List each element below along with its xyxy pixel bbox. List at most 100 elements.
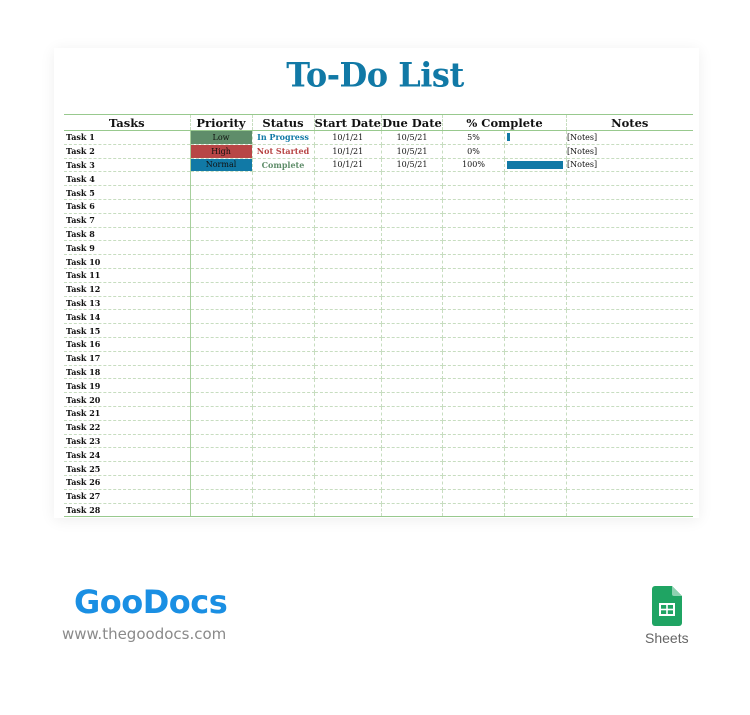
progress-bar-cell[interactable] bbox=[504, 185, 567, 200]
percent-cell[interactable] bbox=[442, 323, 505, 338]
progress-bar-cell[interactable] bbox=[504, 171, 567, 187]
start-date-cell[interactable] bbox=[314, 185, 382, 200]
start-date-cell[interactable] bbox=[314, 351, 382, 366]
percent-cell[interactable] bbox=[442, 171, 505, 187]
progress-bar-cell[interactable] bbox=[504, 434, 567, 449]
notes-cell[interactable] bbox=[566, 378, 693, 394]
priority-cell[interactable]: High bbox=[190, 144, 253, 159]
percent-cell[interactable] bbox=[442, 351, 505, 366]
notes-cell[interactable] bbox=[566, 268, 693, 283]
notes-cell[interactable] bbox=[566, 282, 693, 297]
task-cell[interactable]: Task 8 bbox=[64, 227, 191, 242]
due-date-cell[interactable] bbox=[381, 227, 443, 242]
due-date-cell[interactable] bbox=[381, 296, 443, 311]
priority-cell[interactable] bbox=[190, 213, 253, 228]
status-cell[interactable] bbox=[252, 213, 315, 228]
percent-cell[interactable] bbox=[442, 254, 505, 269]
notes-cell[interactable] bbox=[566, 475, 693, 490]
start-date-cell[interactable] bbox=[314, 199, 382, 214]
task-cell[interactable]: Task 22 bbox=[64, 420, 191, 435]
percent-cell[interactable] bbox=[442, 282, 505, 297]
progress-bar-cell[interactable] bbox=[504, 337, 567, 352]
start-date-cell[interactable] bbox=[314, 365, 382, 380]
percent-cell[interactable] bbox=[442, 420, 505, 435]
priority-cell[interactable] bbox=[190, 351, 253, 366]
priority-cell[interactable] bbox=[190, 296, 253, 311]
start-date-cell[interactable] bbox=[314, 240, 382, 256]
task-cell[interactable]: Task 20 bbox=[64, 392, 191, 407]
progress-bar-cell[interactable] bbox=[504, 323, 567, 338]
notes-cell[interactable] bbox=[566, 213, 693, 228]
priority-cell[interactable] bbox=[190, 185, 253, 200]
status-cell[interactable] bbox=[252, 282, 315, 297]
percent-cell[interactable] bbox=[442, 434, 505, 449]
status-cell[interactable]: Not Started bbox=[252, 144, 315, 159]
due-date-cell[interactable] bbox=[381, 171, 443, 187]
header-start-date[interactable]: Start Date bbox=[314, 114, 382, 131]
status-cell[interactable] bbox=[252, 461, 315, 476]
start-date-cell[interactable] bbox=[314, 227, 382, 242]
percent-cell[interactable] bbox=[442, 378, 505, 394]
notes-cell[interactable] bbox=[566, 351, 693, 366]
notes-cell[interactable] bbox=[566, 365, 693, 380]
priority-cell[interactable] bbox=[190, 447, 253, 463]
priority-cell[interactable] bbox=[190, 323, 253, 338]
start-date-cell[interactable] bbox=[314, 406, 382, 421]
progress-bar-cell[interactable] bbox=[504, 489, 567, 504]
due-date-cell[interactable] bbox=[381, 268, 443, 283]
header-percent-complete[interactable]: % Complete bbox=[442, 114, 567, 131]
task-cell[interactable]: Task 4 bbox=[64, 171, 191, 187]
notes-cell[interactable] bbox=[566, 171, 693, 187]
notes-cell[interactable] bbox=[566, 323, 693, 338]
notes-cell[interactable] bbox=[566, 434, 693, 449]
task-cell[interactable]: Task 12 bbox=[64, 282, 191, 297]
priority-cell[interactable] bbox=[190, 199, 253, 214]
start-date-cell[interactable] bbox=[314, 434, 382, 449]
status-cell[interactable] bbox=[252, 240, 315, 256]
progress-bar-cell[interactable] bbox=[504, 254, 567, 269]
percent-cell[interactable] bbox=[442, 475, 505, 490]
priority-cell[interactable] bbox=[190, 503, 253, 518]
status-cell[interactable] bbox=[252, 420, 315, 435]
percent-cell[interactable] bbox=[442, 406, 505, 421]
progress-bar-cell[interactable] bbox=[504, 406, 567, 421]
percent-cell[interactable]: 100% bbox=[442, 158, 505, 173]
due-date-cell[interactable] bbox=[381, 503, 443, 518]
status-cell[interactable] bbox=[252, 185, 315, 200]
status-cell[interactable] bbox=[252, 392, 315, 407]
task-cell[interactable]: Task 3 bbox=[64, 158, 191, 173]
header-due-date[interactable]: Due Date bbox=[381, 114, 443, 131]
percent-cell[interactable] bbox=[442, 213, 505, 228]
priority-cell[interactable]: Normal bbox=[190, 158, 253, 173]
header-notes[interactable]: Notes bbox=[566, 114, 693, 131]
start-date-cell[interactable] bbox=[314, 309, 382, 325]
task-cell[interactable]: Task 1 bbox=[64, 130, 191, 145]
due-date-cell[interactable] bbox=[381, 378, 443, 394]
task-cell[interactable]: Task 17 bbox=[64, 351, 191, 366]
start-date-cell[interactable] bbox=[314, 282, 382, 297]
notes-cell[interactable] bbox=[566, 254, 693, 269]
start-date-cell[interactable] bbox=[314, 254, 382, 269]
status-cell[interactable] bbox=[252, 199, 315, 214]
priority-cell[interactable] bbox=[190, 406, 253, 421]
notes-cell[interactable] bbox=[566, 420, 693, 435]
percent-cell[interactable] bbox=[442, 461, 505, 476]
due-date-cell[interactable]: 10/5/21 bbox=[381, 130, 443, 145]
status-cell[interactable] bbox=[252, 296, 315, 311]
priority-cell[interactable] bbox=[190, 227, 253, 242]
status-cell[interactable] bbox=[252, 475, 315, 490]
due-date-cell[interactable] bbox=[381, 282, 443, 297]
notes-cell[interactable] bbox=[566, 392, 693, 407]
priority-cell[interactable]: Low bbox=[190, 130, 253, 145]
start-date-cell[interactable]: 10/1/21 bbox=[314, 144, 382, 159]
task-cell[interactable]: Task 26 bbox=[64, 475, 191, 490]
percent-cell[interactable] bbox=[442, 447, 505, 463]
notes-cell[interactable]: [Notes] bbox=[566, 144, 693, 159]
header-priority[interactable]: Priority bbox=[190, 114, 253, 131]
task-cell[interactable]: Task 27 bbox=[64, 489, 191, 504]
notes-cell[interactable] bbox=[566, 227, 693, 242]
task-cell[interactable]: Task 5 bbox=[64, 185, 191, 200]
status-cell[interactable]: Complete bbox=[252, 158, 315, 173]
progress-bar-cell[interactable] bbox=[504, 227, 567, 242]
task-cell[interactable]: Task 21 bbox=[64, 406, 191, 421]
